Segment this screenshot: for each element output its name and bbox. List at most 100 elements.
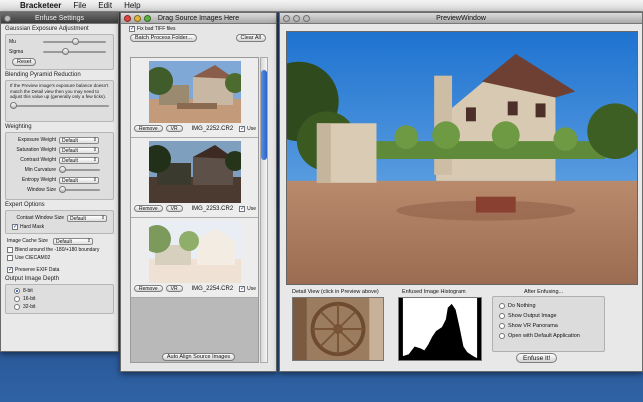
- contrast-window-select[interactable]: Default: [67, 214, 107, 222]
- use-checkbox[interactable]: ✓: [239, 285, 245, 292]
- after-enfusing-group: Do Nothing Show Output Image Show VR Pan…: [492, 296, 605, 352]
- blending-slider[interactable]: [10, 101, 109, 110]
- depth-32bit-radio[interactable]: [14, 304, 20, 310]
- depth-title: Output Image Depth: [5, 276, 60, 282]
- after-enfusing-label: After Enfusing...: [524, 289, 564, 295]
- drag-source-window: Drag Source Images Here ✓ Fix bad TIFF f…: [120, 12, 277, 372]
- scrollbar-thumb[interactable]: [261, 70, 267, 160]
- close-icon[interactable]: [4, 14, 11, 22]
- min-curvature-knob[interactable]: [59, 166, 66, 173]
- zoom-icon[interactable]: [303, 14, 310, 22]
- auto-align-button[interactable]: Auto Align Source Images: [161, 353, 236, 361]
- drag-titlebar: Drag Source Images Here: [121, 13, 276, 24]
- remove-button[interactable]: Remove: [134, 125, 163, 132]
- use-ciecam-label: Use CIECAM02: [15, 255, 51, 261]
- blend-boundary-checkbox[interactable]: [7, 247, 13, 253]
- minimize-icon[interactable]: [293, 14, 300, 22]
- preview-title: PreviewWindow: [436, 14, 486, 22]
- window-size-label: Window Size: [27, 187, 56, 193]
- depth-16bit-label: 16-bit: [23, 296, 36, 302]
- entropy-weight-label: Entropy Weight: [21, 177, 56, 183]
- source-thumbnail: [149, 61, 241, 123]
- gaussian-title: Gaussian Exposure Adjustment: [5, 26, 89, 32]
- detail-view-label: Detail View (click in Preview above): [292, 289, 379, 295]
- source-image-list[interactable]: Remove VR IMG_2252.CR2 ✓ Use Remove VR I…: [130, 57, 259, 363]
- minimize-icon[interactable]: [134, 14, 141, 22]
- settings-titlebar: Enfuse Settings: [1, 13, 118, 24]
- use-label: Use: [247, 125, 256, 132]
- depth-16bit-radio[interactable]: [14, 296, 20, 302]
- exposure-weight-select[interactable]: Default: [59, 136, 99, 144]
- list-item[interactable]: Remove VR IMG_2253.CR2 ✓ Use: [131, 138, 258, 218]
- depth-8bit-radio[interactable]: [14, 288, 20, 294]
- preserve-exif-checkbox[interactable]: ✓: [7, 267, 13, 273]
- after-open-default-radio[interactable]: [499, 333, 505, 339]
- image-cache-label: Image Cache Size: [7, 238, 48, 244]
- preview-window: PreviewWindow Detail View (click in Prev…: [279, 12, 643, 372]
- after-do-nothing-radio[interactable]: [499, 303, 505, 309]
- vr-button[interactable]: VR: [165, 205, 183, 212]
- weighting-group: Exposure Weight Default Saturation Weigh…: [5, 132, 114, 200]
- after-open-default-label: Open with Default Application: [508, 333, 580, 339]
- thumbnail-scrollbar[interactable]: [260, 57, 268, 363]
- menu-help[interactable]: Help: [124, 1, 140, 10]
- image-name: IMG_2253.CR2: [191, 205, 234, 212]
- saturation-weight-label: Saturation Weight: [16, 147, 56, 153]
- entropy-weight-select[interactable]: Default: [59, 176, 99, 184]
- use-ciecam-checkbox[interactable]: [7, 255, 13, 261]
- enfuse-button[interactable]: Enfuse It!: [516, 353, 558, 363]
- fix-tiff-checkbox[interactable]: ✓: [129, 26, 135, 32]
- menu-app[interactable]: Bracketeer: [20, 1, 61, 10]
- histogram-chart: [398, 297, 482, 361]
- expert-group: Contast Window Size Default ✓ Hard Mask: [5, 210, 114, 234]
- contrast-weight-select[interactable]: Default: [59, 156, 99, 164]
- preserve-exif-label: Preserve EXIF Data: [15, 267, 60, 273]
- batch-process-button[interactable]: Batch Process Folder...: [130, 34, 197, 42]
- use-checkbox[interactable]: ✓: [239, 205, 245, 212]
- image-name: IMG_2252.CR2: [191, 125, 234, 132]
- image-cache-select[interactable]: Default: [53, 237, 93, 245]
- close-icon[interactable]: [283, 14, 290, 22]
- after-do-nothing-label: Do Nothing: [508, 303, 536, 309]
- min-curvature-slider[interactable]: [59, 166, 100, 174]
- window-size-slider[interactable]: [59, 186, 100, 194]
- depth-group: 8-bit 16-bit 32-bit: [5, 284, 114, 314]
- reset-button[interactable]: Reset: [12, 58, 37, 66]
- menu-bar: Bracketeer File Edit Help: [0, 0, 643, 12]
- settings-title: Enfuse Settings: [34, 14, 85, 22]
- gaussian-group: Mu Sigma Reset: [5, 34, 114, 70]
- blending-help-text: If the Preview image's exposure balance …: [10, 83, 109, 99]
- after-show-output-radio[interactable]: [499, 313, 505, 319]
- after-show-vr-radio[interactable]: [499, 323, 505, 329]
- saturation-weight-select[interactable]: Default: [59, 146, 99, 154]
- remove-button[interactable]: Remove: [134, 205, 163, 212]
- hard-mask-checkbox[interactable]: ✓: [12, 224, 18, 230]
- mu-slider-knob[interactable]: [71, 38, 79, 45]
- sigma-slider-knob[interactable]: [61, 48, 69, 55]
- menu-edit[interactable]: Edit: [98, 1, 112, 10]
- use-checkbox[interactable]: ✓: [239, 125, 245, 132]
- menu-file[interactable]: File: [73, 1, 86, 10]
- sigma-slider[interactable]: [43, 48, 106, 56]
- min-curvature-label: Min Curvature: [24, 167, 56, 173]
- preview-image[interactable]: [286, 31, 638, 285]
- close-icon[interactable]: [124, 14, 131, 22]
- blending-slider-knob[interactable]: [10, 101, 17, 109]
- mu-slider[interactable]: [43, 38, 106, 46]
- remove-button[interactable]: Remove: [134, 285, 163, 292]
- depth-8bit-label: 8-bit: [23, 288, 33, 294]
- list-item[interactable]: Remove VR IMG_2254.CR2 ✓ Use: [131, 218, 258, 298]
- vr-button[interactable]: VR: [165, 285, 183, 292]
- detail-view[interactable]: [292, 297, 384, 361]
- blend-boundary-label: Blend around the -180/+180 boundary: [15, 247, 100, 253]
- zoom-icon[interactable]: [144, 14, 151, 22]
- image-name: IMG_2254.CR2: [191, 285, 234, 292]
- list-item[interactable]: Remove VR IMG_2252.CR2 ✓ Use: [131, 58, 258, 138]
- clear-all-button[interactable]: Clear All: [235, 34, 266, 42]
- sigma-label: Sigma: [9, 49, 24, 55]
- hard-mask-label: Hard Mask: [20, 224, 45, 230]
- contrast-window-label: Contast Window Size: [16, 215, 64, 221]
- vr-button[interactable]: VR: [165, 125, 183, 132]
- window-size-knob[interactable]: [59, 186, 66, 193]
- source-thumbnail: [149, 141, 241, 203]
